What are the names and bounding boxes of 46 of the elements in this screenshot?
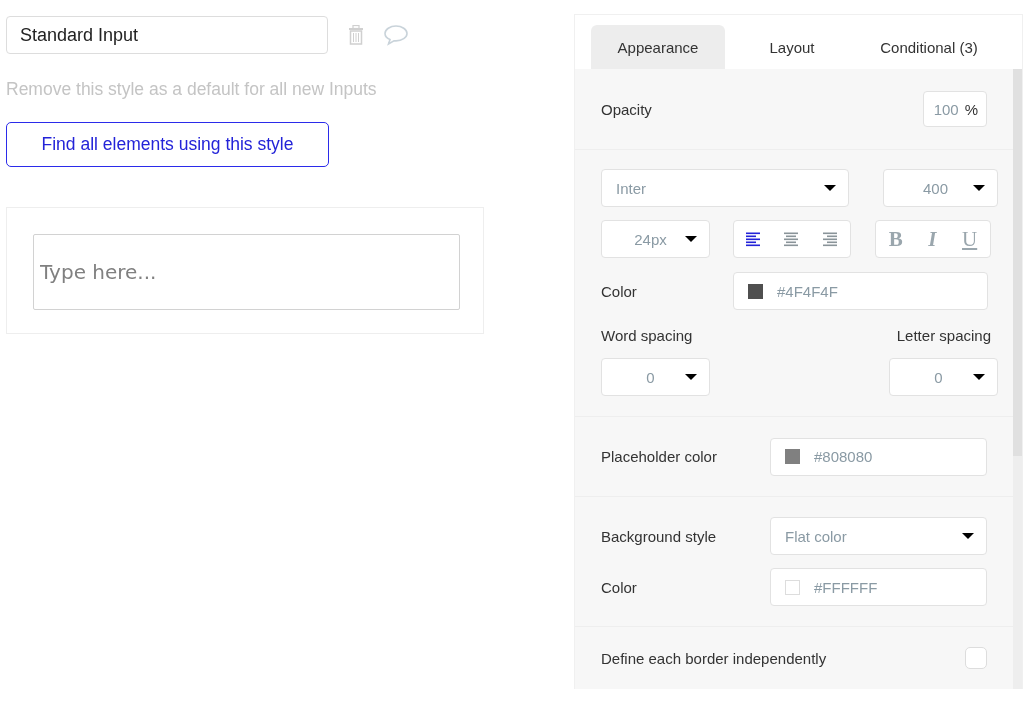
opacity-label: Opacity xyxy=(601,100,652,118)
preview-input-field[interactable]: Type here... xyxy=(33,234,460,310)
bold-toggle[interactable]: B xyxy=(888,226,903,252)
opacity-field[interactable]: 100 % xyxy=(923,91,987,127)
word-spacing-label: Word spacing xyxy=(601,327,693,344)
italic-toggle[interactable]: I xyxy=(928,226,937,252)
tab[interactable]: Layout xyxy=(725,25,859,69)
trash-icon[interactable] xyxy=(348,25,364,45)
find-elements-button[interactable]: Find all elements using this style xyxy=(6,122,329,167)
font-family-dropdown[interactable]: Inter xyxy=(601,169,849,207)
caret-icon xyxy=(824,185,836,191)
word-spacing-dropdown[interactable]: 0 xyxy=(601,358,710,396)
font-color-field[interactable]: #4F4F4F xyxy=(733,272,988,310)
tab[interactable]: Appearance xyxy=(591,25,725,69)
caret-icon xyxy=(973,374,985,380)
remove-default-link[interactable]: Remove this style as a default for all new Inputs xyxy=(6,79,377,100)
scrollbar[interactable] xyxy=(1013,69,1022,689)
style-name-field[interactable]: Standard Input xyxy=(6,16,328,54)
color-swatch xyxy=(748,283,763,299)
scrollbar-thumb[interactable] xyxy=(1013,69,1022,456)
placeholder-color-field[interactable]: #808080 xyxy=(770,437,987,476)
letter-spacing-label: Letter spacing xyxy=(896,327,991,344)
background-color-field[interactable]: #FFFFFF xyxy=(770,568,987,606)
border-independent-label: Define each border independently xyxy=(601,649,827,667)
caret-icon xyxy=(962,533,974,539)
font-color-label: Color xyxy=(601,282,637,300)
caret-icon xyxy=(973,185,985,191)
tab[interactable]: Conditional (3) xyxy=(859,25,999,69)
background-style-dropdown[interactable]: Flat color xyxy=(770,517,987,555)
color-swatch xyxy=(785,449,800,464)
percent-unit: % xyxy=(964,100,978,118)
caret-icon xyxy=(685,236,697,242)
placeholder-color-label: Placeholder color xyxy=(601,448,717,465)
font-weight-dropdown[interactable]: 400 xyxy=(883,169,998,207)
comment-icon[interactable] xyxy=(383,24,409,46)
letter-spacing-dropdown[interactable]: 0 xyxy=(889,358,998,396)
checkbox[interactable] xyxy=(965,647,987,669)
align-left-icon[interactable] xyxy=(744,231,761,247)
align-center-icon[interactable] xyxy=(783,231,800,247)
color-swatch xyxy=(785,579,800,595)
underline-toggle[interactable]: U xyxy=(962,226,978,252)
background-style-label: Background style xyxy=(601,527,717,545)
align-right-icon[interactable] xyxy=(822,231,839,247)
caret-icon xyxy=(685,374,697,380)
background-color-label: Color xyxy=(601,578,637,596)
font-size-dropdown[interactable]: 24px xyxy=(601,220,710,258)
